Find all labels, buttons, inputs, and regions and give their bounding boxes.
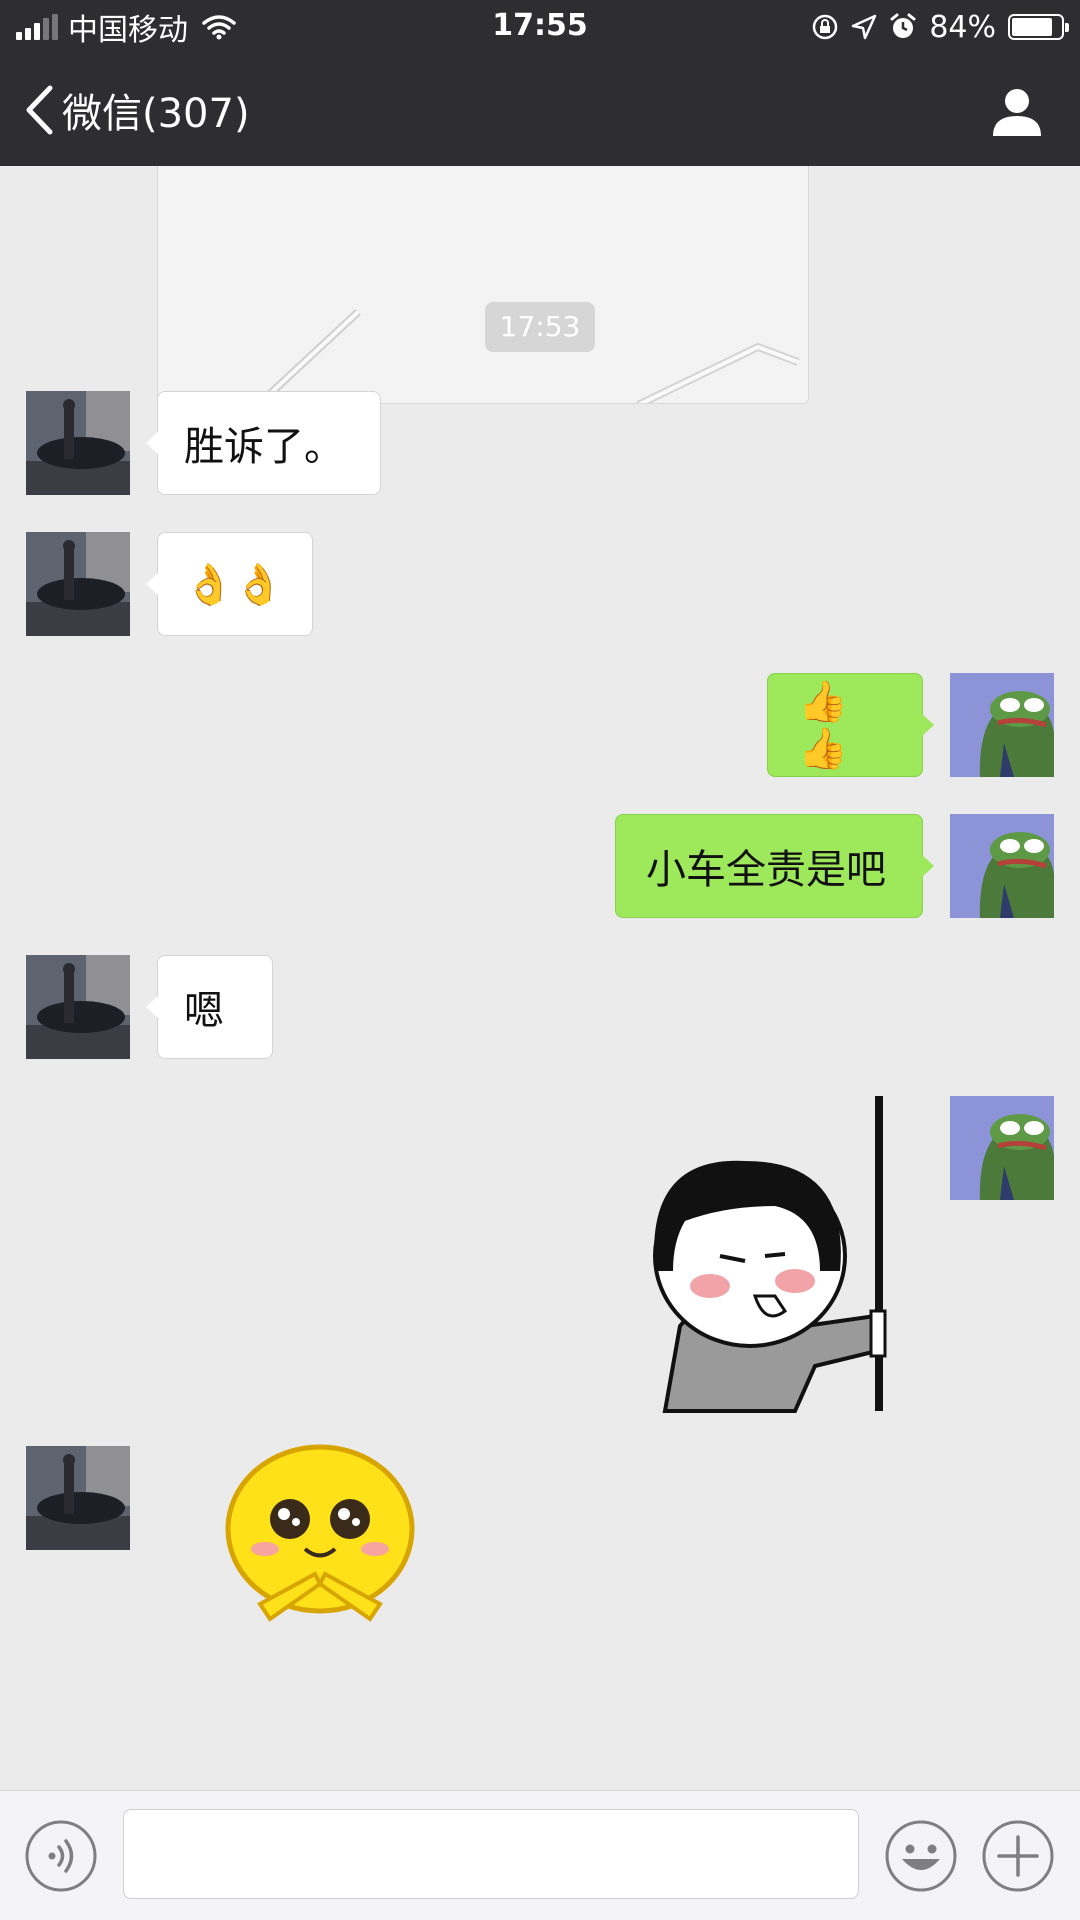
contact-avatar[interactable] xyxy=(26,391,130,495)
chevron-left-icon xyxy=(26,85,53,135)
voice-icon[interactable] xyxy=(24,1819,98,1893)
message-bubble-in[interactable]: 👌👌 xyxy=(146,532,313,636)
message-bubble-in[interactable]: 嗯 xyxy=(146,955,273,1059)
battery-level xyxy=(1012,18,1053,36)
status-right: 84% xyxy=(811,8,1069,46)
plus-icon[interactable] xyxy=(981,1819,1055,1893)
my-avatar[interactable] xyxy=(950,814,1054,918)
message-text: 胜诉了。 xyxy=(184,424,344,470)
chat-area[interactable]: 17:53 胜诉了。 👌👌 👍👍 小车全责是吧 嗯 xyxy=(0,166,1080,1790)
status-bar: 中国移动 17:55 84% xyxy=(0,0,1080,54)
contact-avatar[interactable] xyxy=(26,1446,130,1550)
message-emoji: 👌👌 xyxy=(184,561,284,608)
contact-avatar[interactable] xyxy=(26,532,130,636)
bowl-cut-girl-peeking-sticker[interactable] xyxy=(625,1096,895,1416)
message-input[interactable] xyxy=(123,1809,859,1899)
message-emoji: 👍👍 xyxy=(798,679,848,772)
input-bar xyxy=(0,1790,1080,1920)
my-avatar[interactable] xyxy=(950,1096,1054,1200)
back-button[interactable]: 微信(307) xyxy=(24,82,250,138)
person-icon[interactable] xyxy=(990,84,1044,138)
chat-timestamp: 17:53 xyxy=(485,302,595,352)
contact-avatar[interactable] xyxy=(26,955,130,1059)
rotation-lock-icon xyxy=(813,14,838,40)
map-thumbnail xyxy=(158,166,808,403)
back-label: 微信(307) xyxy=(62,91,250,137)
message-text: 小车全责是吧 xyxy=(646,847,886,893)
battery-percent: 84% xyxy=(929,9,996,45)
alarm-icon xyxy=(890,13,916,38)
message-bubble-in[interactable]: 胜诉了。 xyxy=(146,391,381,495)
battery-icon xyxy=(1008,14,1069,40)
message-text: 嗯 xyxy=(184,988,224,1034)
nav-bar: 微信(307) xyxy=(0,54,1080,166)
emoji-icon[interactable] xyxy=(884,1819,958,1893)
yellow-smiley-please-sticker[interactable] xyxy=(220,1444,420,1634)
location-icon xyxy=(852,14,877,40)
message-bubble-out[interactable]: 👍👍 xyxy=(767,673,934,777)
my-avatar[interactable] xyxy=(950,673,1054,777)
message-bubble-out[interactable]: 小车全责是吧 xyxy=(615,814,934,918)
location-map-card[interactable] xyxy=(157,166,809,404)
